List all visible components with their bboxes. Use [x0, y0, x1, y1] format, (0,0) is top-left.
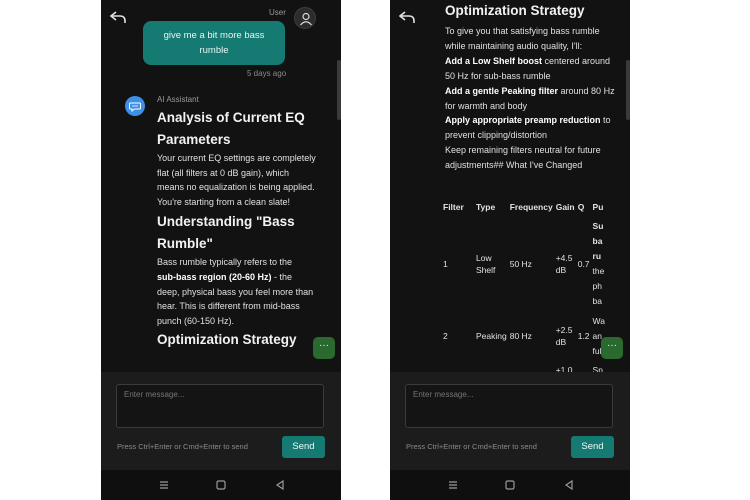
column-header: Pu	[592, 202, 604, 212]
more-options-button[interactable]: ···	[313, 337, 335, 359]
nav-home-icon[interactable]	[214, 478, 228, 492]
scrollbar[interactable]	[626, 60, 630, 120]
user-avatar-icon	[294, 7, 316, 29]
scrollbar[interactable]	[337, 60, 341, 120]
ai-assistant-icon	[125, 96, 145, 116]
table-row: 1 Low Shelf 50 Hz +4.5 dB 0.7 Su ba ru the p…	[443, 221, 605, 306]
nav-home-icon[interactable]	[503, 478, 517, 492]
nav-menu-icon[interactable]	[157, 478, 171, 492]
chat-screen-right: Optimization Strategy To give you that s…	[390, 0, 630, 500]
bold-sub-bass-region: sub-bass region (20-60 Hz)	[157, 271, 272, 282]
column-header: Filter	[443, 202, 464, 212]
eq-changes-table: Filter Type Frequency Gain Q Pu 1 Low Sh…	[440, 202, 605, 372]
table-row: 2 Peaking 80 Hz +2.5 dB 1.2 Wa an ful	[443, 315, 605, 356]
message-timestamp: 5 days ago	[247, 69, 287, 78]
heading-strategy: Optimization Strategy	[445, 3, 585, 18]
column-header: Gain	[555, 202, 575, 212]
system-nav-bar	[101, 470, 341, 500]
send-button[interactable]: Send	[282, 436, 325, 458]
nav-back-icon[interactable]	[273, 478, 287, 492]
send-hint: Press Ctrl+Enter or Cmd+Enter to send	[117, 442, 248, 451]
column-header: Q	[577, 202, 585, 212]
user-label: User	[269, 8, 286, 17]
table-row: +1.0 Sn	[555, 364, 603, 372]
send-hint: Press Ctrl+Enter or Cmd+Enter to send	[406, 442, 537, 451]
heading-analysis: Analysis of Current EQ Parameters	[157, 110, 305, 147]
ai-assistant-label: AI Assistant	[157, 95, 199, 104]
back-arrow-icon[interactable]	[109, 10, 127, 24]
message-composer: Press Ctrl+Enter or Cmd+Enter to send Se…	[101, 372, 341, 470]
more-options-button[interactable]: ···	[601, 337, 623, 359]
table-header-row: Filter Type Frequency Gain Q Pu	[440, 202, 605, 216]
message-input[interactable]	[116, 384, 324, 428]
more-icon: ···	[607, 340, 617, 351]
paragraph-intro: To give you that satisfying bass rumble …	[445, 26, 600, 51]
column-header: Type	[476, 202, 496, 212]
message-input[interactable]	[405, 384, 613, 428]
heading-understanding: Understanding "Bass Rumble"	[157, 214, 295, 252]
send-button[interactable]: Send	[571, 436, 614, 458]
system-nav-bar	[390, 470, 630, 500]
message-composer: Press Ctrl+Enter or Cmd+Enter to send Se…	[390, 372, 630, 470]
step-low-shelf: Add a Low Shelf boost centered around 50…	[445, 55, 611, 81]
more-icon: ···	[319, 340, 329, 351]
assistant-message-body: Analysis of Current EQ Parameters Your c…	[157, 107, 317, 351]
step-neutral: Keep remaining filters neutral for futur…	[445, 145, 601, 171]
user-message-bubble: give me a bit more bass rumble	[143, 21, 285, 65]
paragraph-analysis: Your current EQ settings are completely …	[157, 153, 316, 207]
step-preamp: Apply appropriate preamp reduction to pr…	[445, 115, 611, 141]
heading-strategy: Optimization Strategy	[157, 332, 297, 348]
column-header: Frequency	[509, 202, 553, 212]
nav-back-icon[interactable]	[562, 478, 576, 492]
paragraph-bass-rumble: Bass rumble typically refers to the sub-b…	[157, 257, 314, 326]
chat-screen-left: User give me a bit more bass rumble 5 da…	[101, 0, 341, 500]
step-peaking: Add a gentle Peaking filter around 80 Hz…	[445, 85, 615, 111]
message-scroll-area: Optimization Strategy To give you that s…	[390, 0, 615, 372]
nav-menu-icon[interactable]	[446, 478, 460, 492]
assistant-message-body: Optimization Strategy To give you that s…	[445, 3, 615, 173]
